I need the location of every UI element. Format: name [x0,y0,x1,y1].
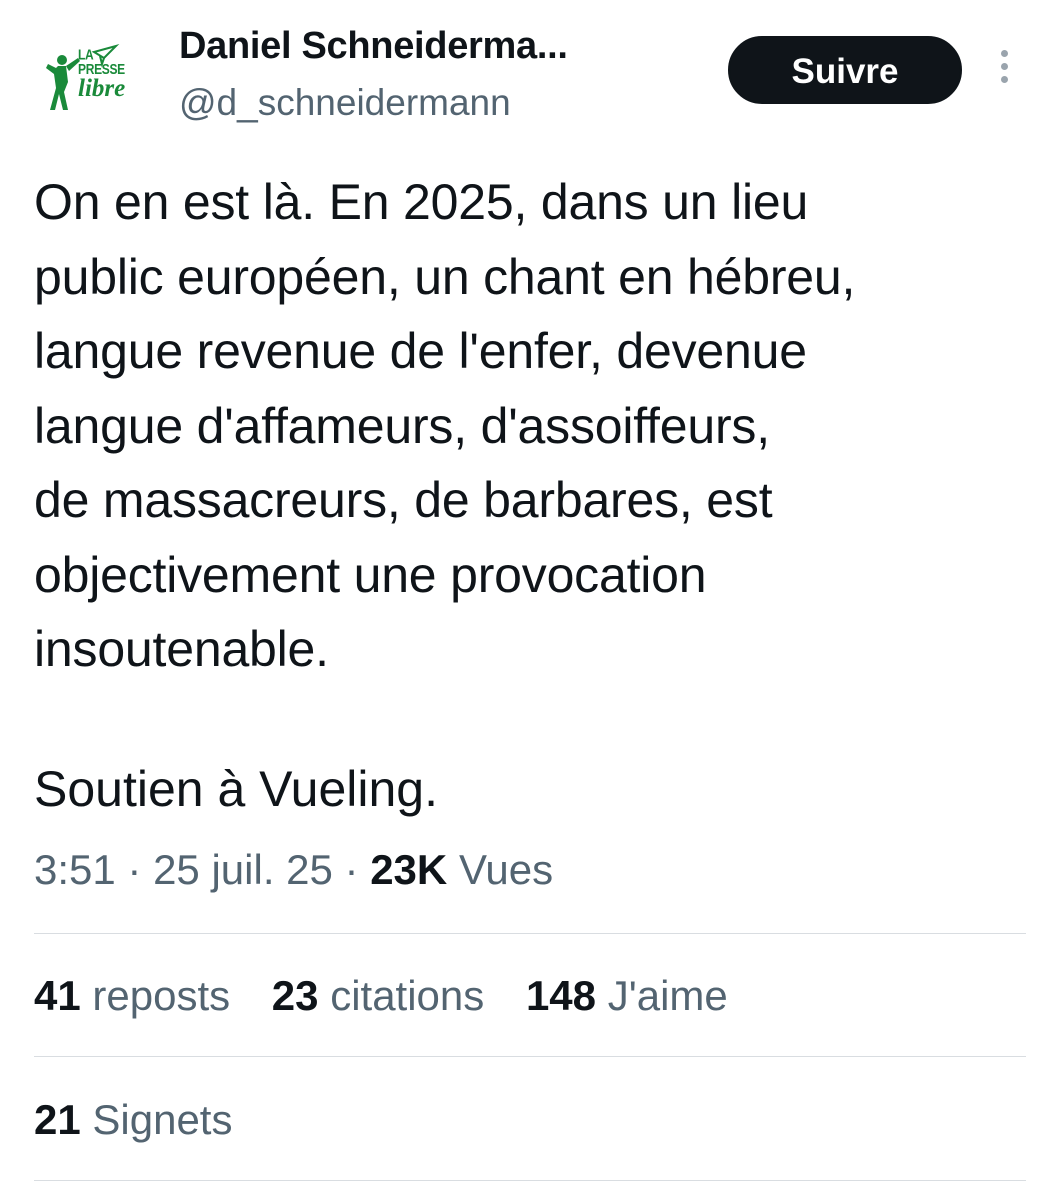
quotes-count: 23 [271,972,319,1019]
tweet-text-second-paragraph: Soutien à Vueling. [34,761,439,817]
reposts-label: reposts [92,972,231,1019]
reposts-count: 41 [34,972,81,1019]
divider [34,933,1026,934]
views-label: Vues [458,846,554,893]
logo-line2: libre [78,75,126,102]
more-vertical-icon[interactable] [992,50,1016,94]
bookmarks-stat[interactable]: 21 Signets [34,1096,232,1144]
likes-count: 148 [525,972,597,1019]
quotes-label: citations [330,972,485,1019]
likes-stat[interactable]: 148 J'aime [526,972,728,1020]
bookmarks-label: Signets [92,1096,233,1143]
logo-line1: LA PRESSE [78,46,125,78]
divider [34,1180,1026,1181]
meta-separator: · [127,846,154,893]
views-count: 23K [370,846,448,893]
tweet-date[interactable]: 25 juil. 25 [153,846,333,893]
tweet-meta: 3:51 · 25 juil. 25 · 23K Vues [34,846,553,894]
reposts-stat[interactable]: 41 reposts [34,972,230,1020]
logo-wordmark: LA PRESSE libre [78,46,140,102]
tweet-text: On en est là. En 2025, dans un lieu publ… [34,174,856,677]
bookmarks-count: 21 [34,1096,81,1143]
divider [34,1056,1026,1057]
engagement-stats: 41 reposts 23 citations 148 J'aime [34,972,758,1020]
user-display-name[interactable]: Daniel Schneiderma... [179,25,568,68]
follow-button[interactable]: Suivre [728,36,962,104]
avatar[interactable]: LA PRESSE libre [44,44,140,120]
likes-label: J'aime [607,972,728,1019]
meta-separator: · [344,846,371,893]
quotes-stat[interactable]: 23 citations [272,972,484,1020]
user-handle[interactable]: @d_schneidermann [179,82,511,124]
tweet-time[interactable]: 3:51 [34,846,116,893]
